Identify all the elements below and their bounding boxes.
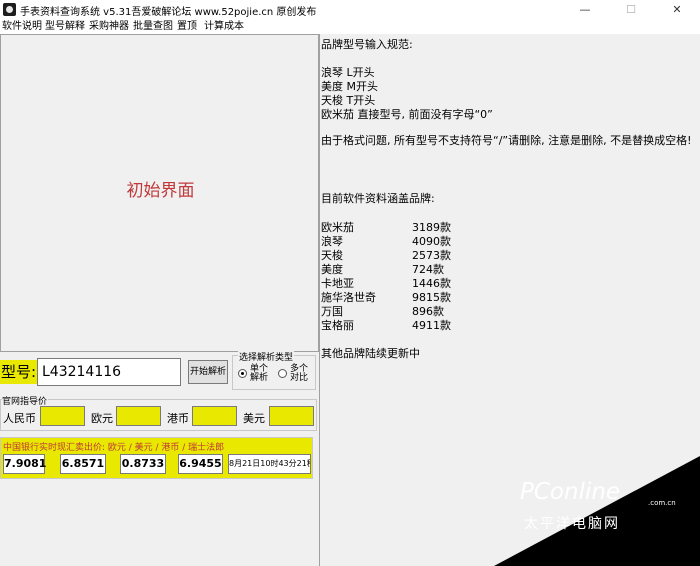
usd-label: 美元 bbox=[243, 412, 265, 425]
brand-name: 宝格丽 bbox=[321, 319, 354, 332]
window-title: 手表资料查询系统 v5.31吾爱破解论坛 www.52pojie.cn 原创发布 bbox=[20, 7, 317, 18]
model-label: 型号: bbox=[0, 360, 37, 384]
left-empty-area bbox=[0, 481, 319, 566]
parse-type-group: 选择解析类型 单个解析 多个对比 bbox=[232, 350, 316, 390]
menu-batch-image[interactable]: 批量查图 bbox=[133, 20, 173, 33]
hkd-price-field[interactable] bbox=[192, 406, 237, 426]
menu-software-info[interactable]: 软件说明 bbox=[2, 20, 42, 33]
rule-line: 欧米茄 直接型号, 前面没有字母“0” bbox=[321, 108, 493, 121]
format-note: 由于格式问题, 所有型号不支持符号“/”请删除, 注意是删除, 不是替换成空格! bbox=[321, 134, 692, 147]
menu-purchase-tool[interactable]: 采购神器 bbox=[89, 20, 129, 33]
close-button[interactable]: ✕ bbox=[654, 0, 700, 20]
single-parse-radio[interactable] bbox=[238, 369, 247, 378]
usd-rate: 6.8571 bbox=[60, 454, 106, 474]
exchange-rate-panel: 中国银行实时现汇卖出价: 欧元 / 美元 / 港币 / 瑞士法郎 7.9081 … bbox=[0, 437, 313, 479]
client-area: 初始界面 品牌型号输入规范: 浪琴 L开头 美度 M开头 天梭 T开头 欧米茄 … bbox=[0, 34, 700, 566]
menu-bar: 软件说明 型号解释 采购神器 批量查图 置顶 计算成本 bbox=[0, 20, 700, 34]
watermark-domain: .com.cn bbox=[648, 499, 676, 507]
official-price-group: 官网指导价 人民币 欧元 港币 美元 bbox=[0, 394, 317, 431]
watermark-cn-text: 太平洋电脑网 bbox=[524, 516, 620, 532]
menu-calc-cost[interactable]: 计算成本 bbox=[204, 20, 244, 33]
usd-price-field[interactable] bbox=[269, 406, 314, 426]
watermark-logo: PConline bbox=[520, 479, 621, 505]
multi-compare-radio[interactable] bbox=[278, 369, 287, 378]
brand-count: 4911款 bbox=[412, 319, 451, 332]
menu-pin-top[interactable]: 置顶 bbox=[177, 20, 197, 33]
eur-label: 欧元 bbox=[91, 412, 113, 425]
hkd-rate: 0.8733 bbox=[120, 454, 166, 474]
model-input[interactable] bbox=[37, 358, 181, 386]
app-icon bbox=[3, 3, 16, 16]
title-bar[interactable]: 手表资料查询系统 v5.31吾爱破解论坛 www.52pojie.cn 原创发布… bbox=[0, 0, 700, 20]
rmb-label: 人民币 bbox=[3, 412, 36, 425]
multi-compare-label[interactable]: 多个对比 bbox=[290, 365, 310, 383]
maximize-button[interactable]: ☐ bbox=[608, 0, 654, 20]
start-parse-button[interactable]: 开始解析 bbox=[188, 360, 228, 384]
preview-placeholder: 初始界面 bbox=[126, 181, 195, 201]
single-parse-label[interactable]: 单个解析 bbox=[250, 365, 270, 383]
menu-model-explain[interactable]: 型号解释 bbox=[45, 20, 85, 33]
exchange-rate-title: 中国银行实时现汇卖出价: 欧元 / 美元 / 港币 / 瑞士法郎 bbox=[3, 443, 225, 453]
chf-rate: 6.9455 bbox=[178, 454, 223, 474]
rate-timestamp: 8月21日10时43分21秒 bbox=[228, 454, 311, 474]
brands-footer: 其他品牌陆续更新中 bbox=[321, 347, 420, 360]
brands-heading: 目前软件资料涵盖品牌: bbox=[321, 192, 435, 205]
eur-price-field[interactable] bbox=[116, 406, 161, 426]
watermark-background bbox=[494, 456, 700, 566]
image-preview: 初始界面 bbox=[0, 34, 319, 352]
info-heading: 品牌型号输入规范: bbox=[321, 38, 413, 51]
rmb-price-field[interactable] bbox=[40, 406, 85, 426]
eur-rate: 7.9081 bbox=[3, 454, 46, 474]
minimize-button[interactable]: — bbox=[562, 0, 608, 20]
hkd-label: 港币 bbox=[167, 412, 189, 425]
parse-type-title: 选择解析类型 bbox=[238, 350, 295, 363]
